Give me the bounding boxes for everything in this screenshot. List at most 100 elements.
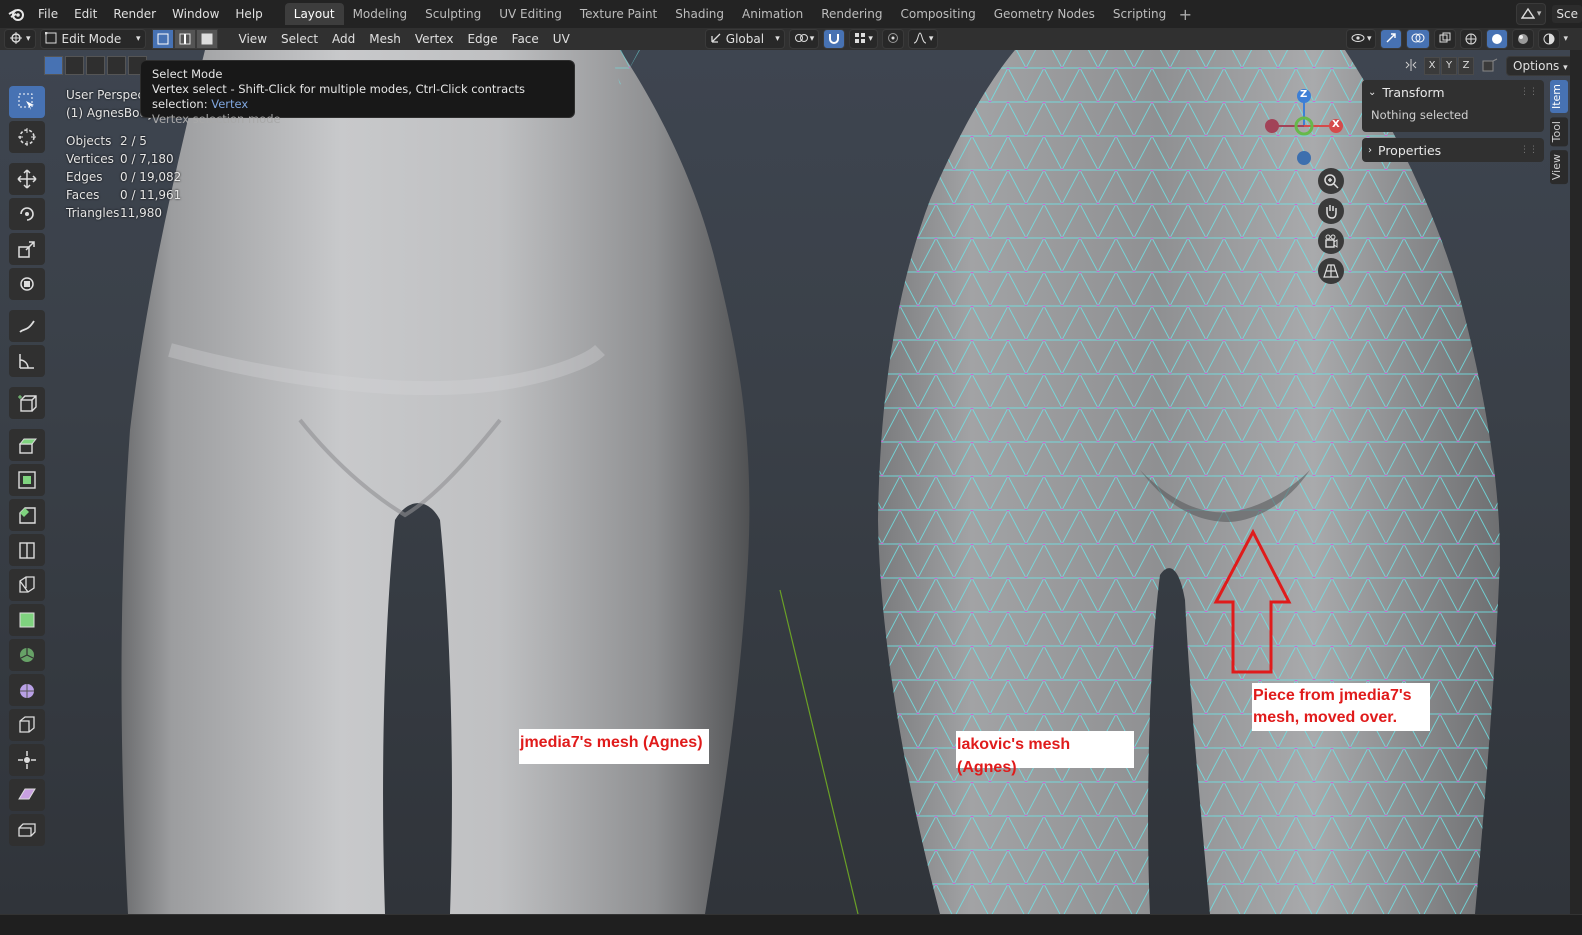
3d-viewport[interactable]: User Perspecti (1) AgnesBody Objects 2 / … — [0, 50, 1582, 914]
mode-dropdown[interactable]: Edit Mode ▾ — [39, 29, 146, 49]
viewport-editor-icon — [9, 31, 23, 47]
properties-header[interactable]: › Properties ⋮⋮ — [1362, 138, 1544, 162]
extrude-tool-icon[interactable] — [9, 429, 45, 461]
spin-tool-icon[interactable] — [9, 639, 45, 671]
options-dropdown[interactable]: Options ▾ — [1506, 56, 1575, 76]
stat-edges: Edges 0 / 19,082 — [66, 170, 182, 184]
rip-region-tool-icon[interactable] — [9, 814, 45, 846]
grid-snap-icon — [854, 32, 866, 47]
select-box-tool-icon[interactable] — [9, 86, 45, 118]
add-workspace-icon[interactable]: + — [1175, 5, 1195, 24]
rendered-shading-icon[interactable] — [1538, 29, 1561, 49]
solid-shading-icon[interactable] — [1486, 29, 1509, 49]
select-invert-icon[interactable] — [107, 56, 126, 75]
chevron-down-icon[interactable]: ▾ — [1563, 34, 1568, 44]
poly-build-tool-icon[interactable] — [9, 604, 45, 636]
tab-modeling[interactable]: Modeling — [344, 3, 417, 25]
transform-header[interactable]: ⌄ Transform ⋮⋮ — [1362, 80, 1544, 104]
orientation-label: Global — [725, 32, 765, 46]
editor-type-dropdown[interactable]: ▾ — [4, 29, 36, 49]
pivot-dropdown[interactable]: ▾ — [788, 29, 820, 49]
tab-view[interactable]: View — [1550, 150, 1568, 185]
menu-face[interactable]: Face — [505, 32, 546, 46]
face-select-icon[interactable] — [195, 29, 218, 49]
pan-hand-icon[interactable] — [1318, 198, 1344, 224]
inset-tool-icon[interactable] — [9, 464, 45, 496]
select-subtract-icon[interactable] — [86, 56, 105, 75]
tab-geometry-nodes[interactable]: Geometry Nodes — [985, 3, 1104, 25]
tab-item[interactable]: Item — [1550, 80, 1568, 114]
menu-vertex[interactable]: Vertex — [408, 32, 461, 46]
add-cube-tool-icon[interactable] — [9, 387, 45, 419]
move-tool-icon[interactable] — [9, 163, 45, 195]
knife-tool-icon[interactable] — [9, 569, 45, 601]
rotate-tool-icon[interactable] — [9, 198, 45, 230]
falloff-dropdown[interactable]: ▾ — [907, 29, 939, 49]
proportional-edit-toggle[interactable] — [881, 29, 904, 49]
mirror-z-toggle[interactable]: Z — [1458, 57, 1474, 75]
loop-cut-tool-icon[interactable] — [9, 534, 45, 566]
tab-shading[interactable]: Shading — [666, 3, 733, 25]
auto-merge-icon[interactable] — [1482, 58, 1498, 75]
bevel-tool-icon[interactable] — [9, 499, 45, 531]
vertex-select-icon[interactable] — [151, 29, 174, 49]
tab-scripting[interactable]: Scripting — [1104, 3, 1175, 25]
edge-select-icon[interactable] — [173, 29, 196, 49]
visibility-dropdown[interactable]: ▾ — [1345, 29, 1377, 49]
navigation-gizmo[interactable]: Z X — [1256, 86, 1356, 176]
menu-view[interactable]: View — [232, 32, 274, 46]
menu-select[interactable]: Select — [274, 32, 325, 46]
menu-edit[interactable]: Edit — [66, 0, 105, 28]
zoom-icon[interactable] — [1318, 168, 1344, 194]
menu-file[interactable]: File — [30, 0, 66, 28]
falloff-curve-icon — [913, 31, 927, 47]
shear-tool-icon[interactable] — [9, 779, 45, 811]
select-new-icon[interactable] — [44, 56, 63, 75]
chevron-down-icon: ▾ — [868, 34, 873, 44]
smooth-tool-icon[interactable] — [9, 674, 45, 706]
shrink-fatten-tool-icon[interactable] — [9, 744, 45, 776]
tab-rendering[interactable]: Rendering — [812, 3, 891, 25]
tab-uv-editing[interactable]: UV Editing — [490, 3, 571, 25]
edge-slide-tool-icon[interactable] — [9, 709, 45, 741]
perspective-toggle-icon[interactable] — [1318, 258, 1344, 284]
scene-label[interactable]: Sce — [1552, 5, 1582, 23]
material-shading-icon[interactable] — [1512, 29, 1535, 49]
camera-view-icon[interactable] — [1318, 228, 1344, 254]
tab-animation[interactable]: Animation — [733, 3, 812, 25]
snap-toggle[interactable] — [823, 29, 846, 49]
scene-selector[interactable]: ▾ — [1515, 3, 1547, 25]
overlays-toggle[interactable] — [1406, 29, 1431, 49]
mirror-y-toggle[interactable]: Y — [1441, 57, 1457, 75]
wireframe-shading-icon[interactable] — [1460, 29, 1483, 49]
tab-compositing[interactable]: Compositing — [891, 3, 984, 25]
scale-tool-icon[interactable] — [9, 233, 45, 265]
transform-orientation-dropdown[interactable]: Global ▾ — [704, 29, 785, 49]
measure-tool-icon[interactable] — [9, 345, 45, 377]
xray-toggle[interactable] — [1434, 29, 1457, 49]
menu-mesh[interactable]: Mesh — [362, 32, 408, 46]
menu-render[interactable]: Render — [105, 0, 164, 28]
menu-add[interactable]: Add — [325, 32, 362, 46]
select-extend-icon[interactable] — [65, 56, 84, 75]
snap-target-dropdown[interactable]: ▾ — [849, 29, 878, 49]
tab-layout[interactable]: Layout — [284, 3, 344, 25]
blender-logo-icon[interactable] — [4, 0, 30, 28]
tab-tool[interactable]: Tool — [1550, 117, 1568, 147]
tab-texture-paint[interactable]: Texture Paint — [571, 3, 666, 25]
tab-sculpting[interactable]: Sculpting — [416, 3, 490, 25]
select-mode-group — [151, 29, 218, 49]
menu-uv[interactable]: UV — [546, 32, 577, 46]
viewport-scrollbar[interactable] — [1570, 50, 1582, 914]
transform-tool-icon[interactable] — [9, 268, 45, 300]
gizmo-toggle[interactable] — [1380, 29, 1403, 49]
annotate-tool-icon[interactable] — [9, 310, 45, 342]
drag-handle-icon[interactable]: ⋮⋮ — [1520, 145, 1538, 155]
mirror-options: X Y Z Options ▾ — [1404, 56, 1575, 76]
menu-help[interactable]: Help — [227, 0, 270, 28]
menu-window[interactable]: Window — [164, 0, 227, 28]
menu-edge[interactable]: Edge — [460, 32, 504, 46]
cursor-tool-icon[interactable] — [9, 121, 45, 153]
drag-handle-icon[interactable]: ⋮⋮ — [1520, 87, 1538, 97]
mirror-x-toggle[interactable]: X — [1424, 57, 1440, 75]
